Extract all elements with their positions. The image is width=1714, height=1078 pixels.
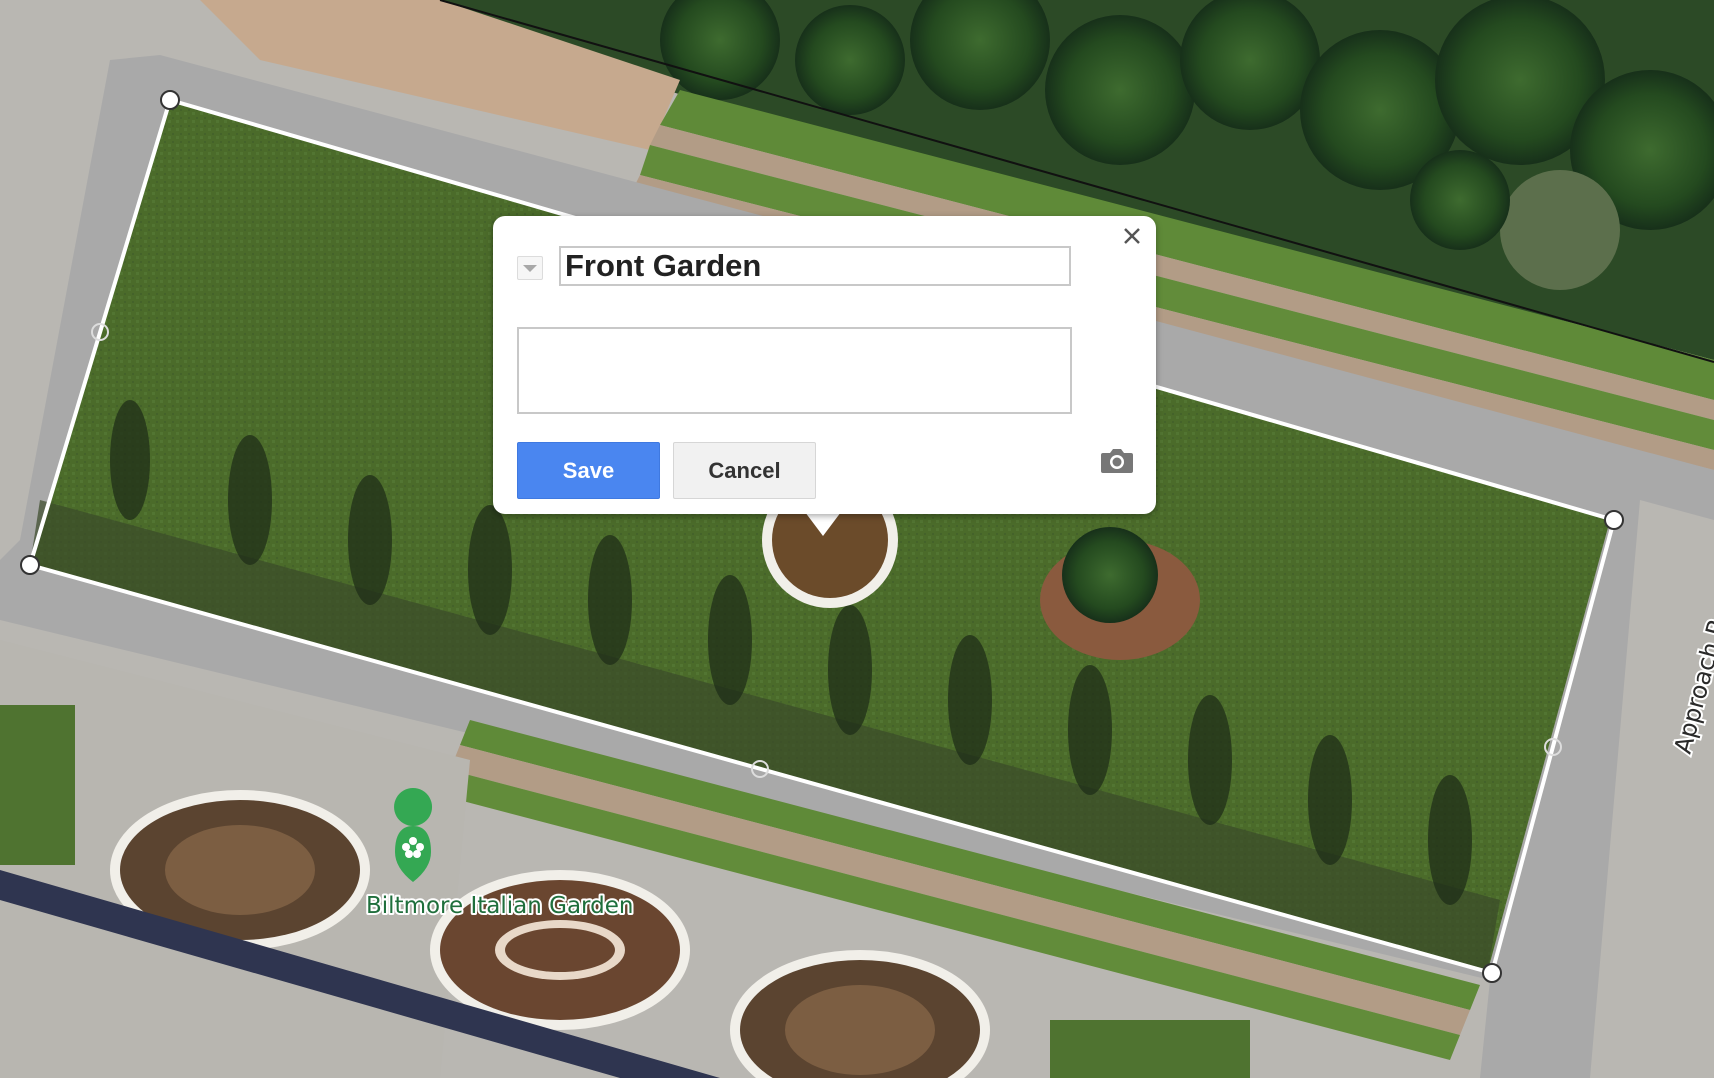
style-dropdown[interactable] xyxy=(517,256,543,280)
satellite-map[interactable]: Biltmore Italian Garden Approach R xyxy=(0,0,1714,1078)
place-label[interactable]: Biltmore Italian Garden xyxy=(364,891,635,921)
info-window-pointer xyxy=(805,512,841,536)
close-button[interactable] xyxy=(1118,222,1146,250)
vertex-handle[interactable] xyxy=(20,555,40,575)
vertex-handle[interactable] xyxy=(160,90,180,110)
add-photo-button[interactable] xyxy=(1099,444,1135,476)
dropdown-triangle-icon xyxy=(523,265,537,272)
tree xyxy=(1062,527,1158,623)
info-window: Save Cancel xyxy=(493,216,1156,514)
vertex-handle[interactable] xyxy=(1482,963,1502,983)
save-button[interactable]: Save xyxy=(517,442,660,499)
cancel-button[interactable]: Cancel xyxy=(673,442,816,499)
lawn-patch-lower xyxy=(1050,1020,1250,1078)
lawn-patch xyxy=(0,705,75,865)
close-icon xyxy=(1124,228,1140,244)
vertex-handle[interactable] xyxy=(1604,510,1624,530)
camera-icon xyxy=(1101,449,1133,473)
description-input[interactable] xyxy=(517,327,1072,414)
title-input[interactable] xyxy=(559,246,1071,286)
